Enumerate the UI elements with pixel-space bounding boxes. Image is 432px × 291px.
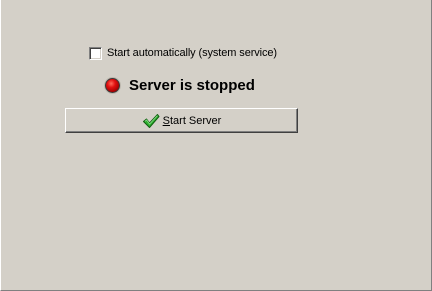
red-led-icon: [105, 77, 120, 93]
start-server-label-rest: tart Server: [169, 114, 222, 127]
server-status: Server is stopped: [105, 76, 255, 94]
server-status-text: Server is stopped: [129, 76, 255, 94]
server-panel: Start automatically (system service) Ser…: [0, 0, 432, 291]
autostart-label[interactable]: Start automatically (system service): [107, 47, 277, 59]
start-server-label: Start Server: [163, 115, 222, 127]
start-server-button[interactable]: Start Server: [65, 108, 298, 133]
start-server-accelerator: S: [162, 114, 170, 127]
green-checkmark-icon: [142, 113, 160, 128]
autostart-option[interactable]: Start automatically (system service): [89, 46, 277, 60]
autostart-checkbox[interactable]: [89, 46, 102, 60]
